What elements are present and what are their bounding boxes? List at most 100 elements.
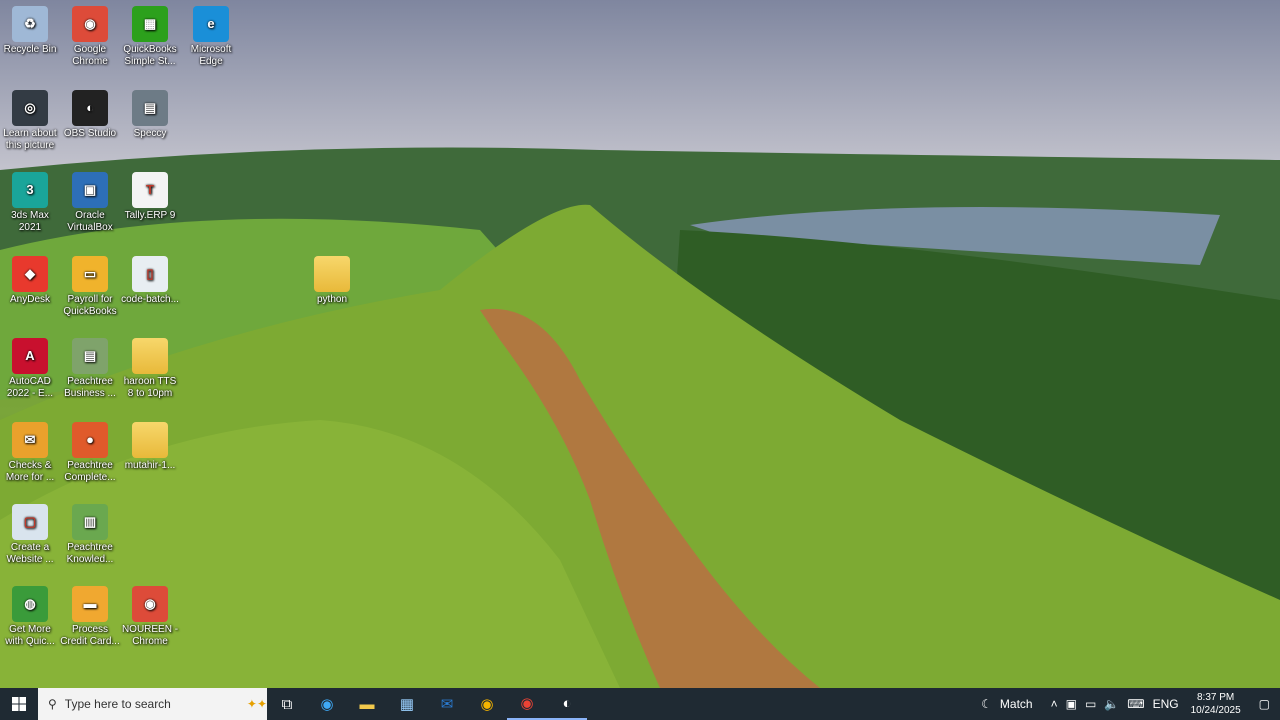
desktop: ♻ Recycle Bin ◉ Google Chrome ▦ QuickBooks Si… xyxy=(0,0,1280,688)
tally-icon: T xyxy=(132,172,168,208)
recycle-bin-icon: ♻ xyxy=(12,6,48,42)
desktop-shortcut[interactable]: ◉ Google Chrome xyxy=(60,6,120,68)
desktop-shortcut-label: Process Credit Card... xyxy=(60,624,120,647)
clock[interactable]: 8:37 PM 10/24/2025 xyxy=(1183,691,1249,717)
desktop-shortcut-label: Google Chrome xyxy=(72,44,108,67)
desktop-shortcut[interactable]: ♻ Recycle Bin xyxy=(0,6,60,56)
windows-logo-icon xyxy=(12,697,26,711)
3ds-max-icon: 3 xyxy=(12,172,48,208)
keyboard-icon[interactable]: ⌨ xyxy=(1123,697,1148,711)
desktop-shortcut[interactable]: ▣ Oracle VirtualBox xyxy=(60,172,120,234)
knowledge-icon: ▥ xyxy=(72,504,108,540)
desktop-shortcut-label: QuickBooks Simple St... xyxy=(123,44,177,67)
desktop-shortcut[interactable]: ▭ Payroll for QuickBooks xyxy=(60,256,120,318)
folder-icon xyxy=(132,338,168,374)
desktop-shortcut[interactable]: ▤ Peachtree Business ... xyxy=(60,338,120,400)
desktop-shortcut-label: Peachtree Complete... xyxy=(64,460,116,483)
desktop-shortcut[interactable]: ▦ QuickBooks Simple St... xyxy=(120,6,180,68)
desktop-shortcut-label: Learn about this picture xyxy=(3,128,57,151)
desktop-shortcut-label: Payroll for QuickBooks xyxy=(63,294,117,317)
desktop-shortcut-label: Microsoft Edge xyxy=(190,44,232,67)
folder-icon xyxy=(314,256,350,292)
peachtree-icon: ▤ xyxy=(72,338,108,374)
weather-label[interactable]: Match xyxy=(996,697,1047,711)
chrome-profile-icon: ◉ xyxy=(132,586,168,622)
search-icon: ⚲ xyxy=(48,697,57,711)
desktop-shortcut[interactable]: ◐ OBS Studio xyxy=(60,90,120,140)
desktop-shortcut-label: Get More with Quic... xyxy=(5,624,55,647)
desktop-shortcut[interactable]: ● Peachtree Complete... xyxy=(60,422,120,484)
desktop-shortcut[interactable]: mutahir-1... xyxy=(120,422,180,472)
desktop-shortcut-label: AutoCAD 2022 - E... xyxy=(6,376,54,399)
desktop-shortcut[interactable]: python xyxy=(302,256,362,306)
system-tray: ☾ Match ˄ ▣ ▭ 🔈 ⌨ ENG 8:37 PM 10/24/2025… xyxy=(977,688,1280,720)
desktop-shortcut-label: NOUREEN - Chrome xyxy=(121,624,179,647)
desktop-shortcut[interactable]: A AutoCAD 2022 - E... xyxy=(0,338,60,400)
desktop-shortcut[interactable]: ◉ NOUREEN - Chrome xyxy=(120,586,180,648)
desktop-shortcut[interactable]: ✉ Checks & More for ... xyxy=(0,422,60,484)
volume-icon[interactable]: 🔈 xyxy=(1100,697,1123,711)
create-website-icon: ▢ xyxy=(12,504,48,540)
desktop-shortcut-label: Peachtree Knowled... xyxy=(66,542,114,565)
taskbar: ⚲ Type here to search ✦✦ ⧉ ◉ ▬ ▦ ✉ ◉ ◉ ◐… xyxy=(0,688,1280,720)
outlook-icon[interactable]: ✉ xyxy=(427,688,467,720)
desktop-shortcut[interactable]: ▤ Speccy xyxy=(120,90,180,140)
desktop-shortcut[interactable]: ◆ AnyDesk xyxy=(0,256,60,306)
network-icon[interactable]: ▭ xyxy=(1081,697,1100,711)
credit-card-icon: ▬ xyxy=(72,586,108,622)
payroll-icon: ▭ xyxy=(72,256,108,292)
microsoft-store-icon[interactable]: ▦ xyxy=(387,688,427,720)
chrome-profile-taskbar-icon[interactable]: ◉ xyxy=(507,688,547,720)
anydesk-icon: ◆ xyxy=(12,256,48,292)
virtualbox-icon: ▣ xyxy=(72,172,108,208)
peachtree-complete-icon: ● xyxy=(72,422,108,458)
desktop-shortcut-label: Recycle Bin xyxy=(3,44,57,55)
desktop-shortcut[interactable]: ▥ Peachtree Knowled... xyxy=(60,504,120,566)
language-indicator[interactable]: ENG xyxy=(1149,697,1183,711)
desktop-shortcut-label: AnyDesk xyxy=(9,294,50,305)
folder-icon xyxy=(132,422,168,458)
obs-icon: ◐ xyxy=(72,90,108,126)
desktop-shortcut[interactable]: ▢ Create a Website ... xyxy=(0,504,60,566)
learn-picture-icon: ◎ xyxy=(12,90,48,126)
desktop-shortcut[interactable]: ◎ Learn about this picture xyxy=(0,90,60,152)
desktop-shortcut[interactable]: ◍ Get More with Quic... xyxy=(0,586,60,648)
desktop-shortcut-label: Create a Website ... xyxy=(6,542,54,565)
desktop-shortcut[interactable]: e Microsoft Edge xyxy=(181,6,241,68)
chrome-icon: ◉ xyxy=(72,6,108,42)
obs-taskbar-icon[interactable]: ◐ xyxy=(547,688,587,720)
weather-icon[interactable]: ☾ xyxy=(977,697,996,711)
get-more-icon: ◍ xyxy=(12,586,48,622)
desktop-shortcut[interactable]: 3 3ds Max 2021 xyxy=(0,172,60,234)
desktop-shortcut-label: Tally.ERP 9 xyxy=(124,210,176,221)
desktop-shortcut[interactable]: ▯ code-batch... xyxy=(120,256,180,306)
edge-icon: e xyxy=(193,6,229,42)
clock-time: 8:37 PM xyxy=(1197,692,1235,703)
wallpaper-landscape xyxy=(0,0,1280,688)
desktop-shortcut-label: code-batch... xyxy=(121,294,179,305)
file-explorer-icon[interactable]: ▬ xyxy=(347,688,387,720)
taskbar-search-box[interactable]: ⚲ Type here to search ✦✦ xyxy=(38,688,267,720)
chrome-taskbar-icon[interactable]: ◉ xyxy=(467,688,507,720)
edge-taskbar-icon[interactable]: ◉ xyxy=(307,688,347,720)
quickbooks-icon: ▦ xyxy=(132,6,168,42)
task-view-icon[interactable]: ⧉ xyxy=(267,688,307,720)
desktop-shortcut-label: Checks & More for ... xyxy=(5,460,55,483)
show-hidden-icons-icon[interactable]: ˄ xyxy=(1047,697,1062,711)
desktop-shortcut-label: 3ds Max 2021 xyxy=(11,210,49,233)
search-placeholder: Type here to search xyxy=(64,697,171,711)
desktop-shortcut-label: Oracle VirtualBox xyxy=(67,210,113,233)
speccy-icon: ▤ xyxy=(132,90,168,126)
desktop-shortcut[interactable]: haroon TTS 8 to 10pm xyxy=(120,338,180,400)
desktop-shortcut-label: python xyxy=(316,294,348,305)
notifications-icon[interactable]: ▢ xyxy=(1249,697,1280,711)
desktop-shortcut-label: haroon TTS 8 to 10pm xyxy=(123,376,177,399)
meet-now-icon[interactable]: ▣ xyxy=(1062,697,1081,711)
desktop-shortcut-label: Peachtree Business ... xyxy=(64,376,116,399)
desktop-shortcut[interactable]: ▬ Process Credit Card... xyxy=(60,586,120,648)
checks-icon: ✉ xyxy=(12,422,48,458)
start-button[interactable] xyxy=(0,688,38,720)
search-highlight-icon: ✦✦ xyxy=(246,697,267,711)
desktop-shortcut[interactable]: T Tally.ERP 9 xyxy=(120,172,180,222)
desktop-shortcut-label: Speccy xyxy=(133,128,167,139)
